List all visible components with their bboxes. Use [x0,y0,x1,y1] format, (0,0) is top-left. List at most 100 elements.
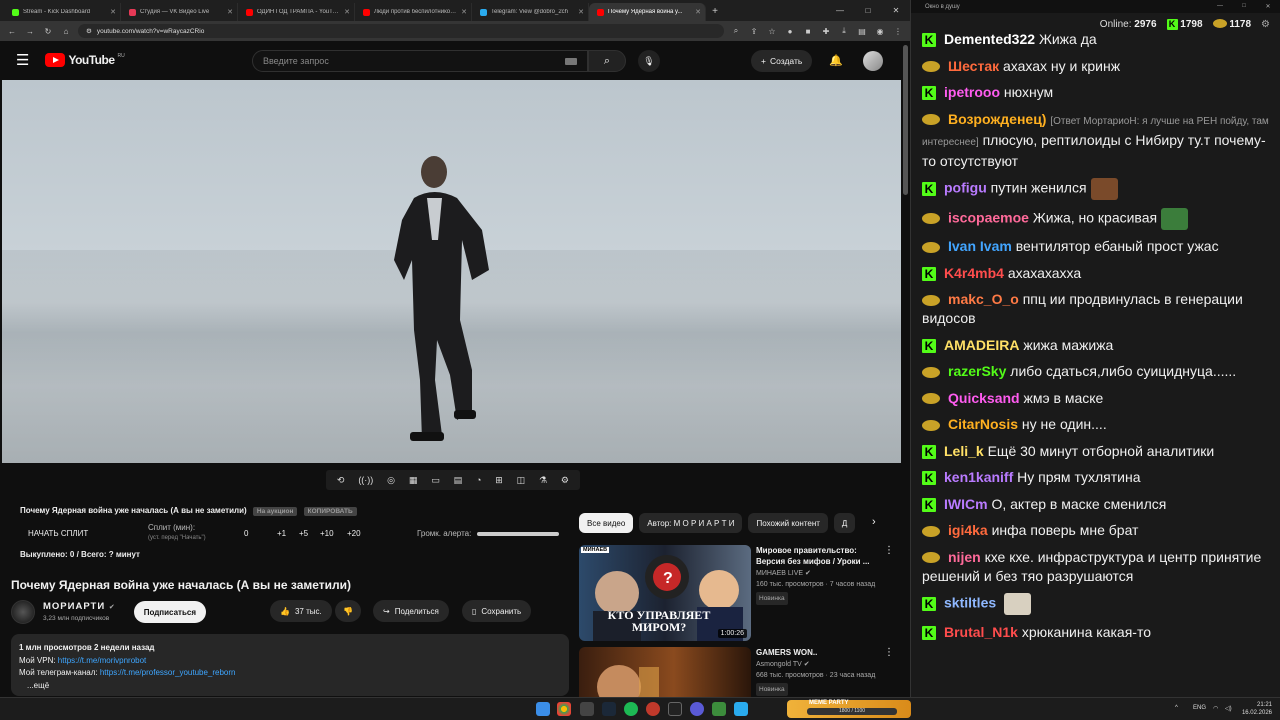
add-5-button[interactable]: +5 [299,529,308,538]
thumbnail[interactable]: ? МИНАЕВ КТО УПРАВЛЯЕТ МИРОМ? 1:00:26 [579,545,751,641]
meme-party-widget[interactable]: MEME PARTY 1800 / 1100 [787,700,911,718]
chat-username[interactable]: AMADEIRA [944,337,1019,353]
filter-chip[interactable]: Все видео [579,513,634,533]
search-button[interactable]: ⌕ [588,50,626,72]
show-more-link[interactable]: ...ещё [19,680,561,693]
speed-gauge-icon[interactable]: ◔ [476,475,481,485]
language-indicator[interactable]: ENG [1193,705,1206,711]
dislike-button[interactable]: 👎 [335,600,361,622]
minimize-icon[interactable]: — [826,0,854,21]
tab-close-icon[interactable]: ✕ [461,8,467,16]
chat-username[interactable]: Demented322 [944,31,1035,47]
add-frame-icon[interactable]: ⊞ [495,475,503,486]
wifi-icon[interactable]: ◠ [1213,705,1218,712]
add-10-button[interactable]: +10 [320,529,334,538]
reload-icon[interactable]: ↻ [42,27,54,36]
save-button[interactable]: ▯ Сохранить [462,600,532,622]
volume-icon[interactable]: ◁) [1225,705,1232,712]
browser-tab[interactable]: Люди против беспилотников... ✕ [355,3,472,21]
rec-channel[interactable]: Asmongold TV [756,661,802,668]
app-icon[interactable] [690,702,704,716]
close-icon[interactable]: ✕ [1256,3,1280,10]
profile-icon[interactable]: ◉ [874,27,886,36]
film-icon[interactable]: ▤ [454,475,463,486]
start-split-button[interactable]: НАЧАТЬ СПЛИТ [28,529,88,538]
more-options-icon[interactable]: ⋮ [884,647,894,658]
flask-icon[interactable]: ⚗ [539,475,547,486]
filter-chip[interactable]: Похожий контент [748,513,828,533]
browser-tab[interactable]: Почему Ядерная война у... ✕ [589,3,706,21]
minimize-icon[interactable]: — [1208,3,1232,10]
create-button[interactable]: + Создать [751,50,813,72]
filter-chip[interactable]: Д [833,513,856,533]
clapper-icon[interactable]: ▦ [409,475,418,486]
settings-gear-icon[interactable]: ⚙ [1261,19,1270,30]
description-box[interactable]: 1 млн просмотров 2 недели назад Мой VPN:… [11,634,569,696]
back-icon[interactable]: ← [6,27,18,36]
chevron-up-icon[interactable]: ^ [1175,705,1178,711]
split-value[interactable]: 0 [244,529,248,538]
rec-channel[interactable]: МИНАЕВ LIVE [756,570,803,577]
chat-username[interactable]: IWICm [944,496,988,512]
forward-icon[interactable]: → [24,27,36,36]
app-icon[interactable] [668,702,682,716]
maximize-icon[interactable]: □ [854,0,882,21]
alert-volume-slider[interactable] [477,532,559,536]
download-icon[interactable]: ⤓ [838,26,850,36]
screenshot-icon[interactable]: ◫ [517,475,526,486]
maximize-icon[interactable]: □ [1232,3,1256,10]
site-info-icon[interactable]: ⚙ [86,27,92,35]
eye-icon[interactable]: ◎ [387,475,395,486]
rec-title[interactable]: GAMERS WON.. [756,647,886,658]
url-field[interactable]: ⚙ youtube.com/watch?v=wRaycazCRio [78,24,724,38]
new-tab-button[interactable]: + [706,3,724,21]
share-button[interactable]: ↪ Поделиться [373,600,449,622]
app-icon[interactable] [712,702,726,716]
menu-dots-icon[interactable]: ⋮ [892,27,904,36]
thumbnail[interactable] [579,647,751,697]
chat-username[interactable]: K4r4mb4 [944,265,1004,281]
broadcast-icon[interactable]: ((·)) [358,475,373,485]
auction-pill[interactable]: На аукцион [252,507,298,516]
extension-icon[interactable]: ■ [802,27,814,36]
add-20-button[interactable]: +20 [347,529,361,538]
share-icon[interactable]: ⇪ [748,27,760,36]
voice-search-button[interactable]: 🎙 [638,50,660,72]
notifications-bell-icon[interactable]: 🔔 [829,54,843,67]
chat-username[interactable]: ken1kaniff [944,469,1013,485]
start-button-icon[interactable] [536,702,550,716]
page-scrollbar[interactable] [903,45,908,195]
chat-username[interactable]: ipetrooo [944,84,1000,100]
browser-tab[interactable]: ОДИН ГОД ТРАМПА - YouTub... ✕ [238,3,355,21]
rec-title[interactable]: Мировое правительство: Версия без мифов … [756,545,886,567]
app-icon[interactable] [646,702,660,716]
chrome-icon[interactable] [557,702,571,716]
filter-chip[interactable]: Автор: М О Р И А Р Т И [639,513,743,533]
chat-username[interactable]: makc_O_o [948,291,1019,307]
channel-avatar[interactable] [11,600,35,624]
home-icon[interactable]: ⌂ [60,27,72,36]
telegram-link[interactable]: https://t.me/professor_youtube_reborn [100,668,236,677]
chat-username[interactable]: iscopaemoe [948,209,1029,225]
chat-username[interactable]: Leli_k [944,443,984,459]
vpn-link[interactable]: https://t.me/morivpnrobot [58,656,146,665]
avatar[interactable] [863,51,883,71]
copy-pill[interactable]: КОПИРОВАТЬ [303,507,357,516]
loop-icon[interactable]: ⟲ [337,475,345,486]
chat-username[interactable]: Шестак [948,58,999,74]
chevron-right-icon[interactable]: › [872,516,876,528]
bookmark-star-icon[interactable]: ☆ [766,27,778,36]
recommendation-item[interactable]: GAMERS WON.. Asmongold TV ✔ 668 тыс. про… [579,647,899,697]
browser-tab[interactable]: Stream - Kick Dashboard ✕ [4,3,121,21]
tab-close-icon[interactable]: ✕ [227,8,233,16]
spotify-icon[interactable] [624,702,638,716]
subscribe-button[interactable]: Подписаться [133,601,206,623]
browser-tab[interactable]: Студия — VK Видео Live ✕ [121,3,238,21]
video-player[interactable] [2,80,901,463]
chat-username[interactable]: razerSky [948,363,1006,379]
chat-username[interactable]: CitarNosis [948,416,1018,432]
tab-close-icon[interactable]: ✕ [578,8,584,16]
chat-username[interactable]: Ivan Ivam [948,238,1012,254]
settings-gear-icon[interactable]: ⚙ [561,475,569,486]
close-icon[interactable]: ✕ [882,0,910,21]
